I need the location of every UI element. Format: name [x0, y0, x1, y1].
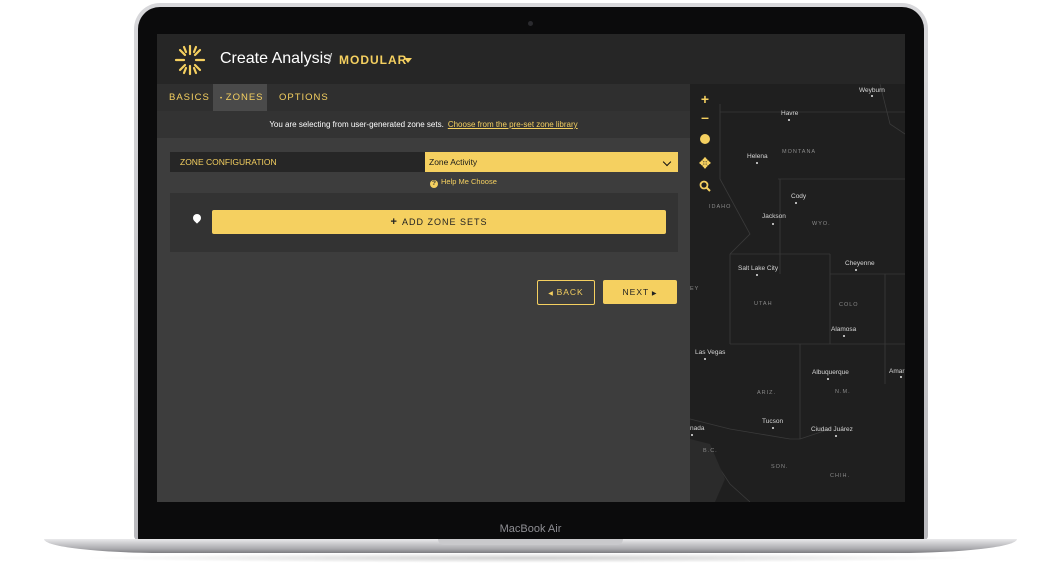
- map-label-state: B.C.: [703, 448, 718, 454]
- back-button[interactable]: ◀ BACK: [537, 280, 595, 305]
- map-label-city: Salt Lake City: [738, 265, 779, 272]
- module-dropdown[interactable]: MODULAR: [339, 53, 407, 67]
- next-label: NEXT: [622, 287, 650, 297]
- map-label-state: WYO.: [812, 221, 831, 227]
- map-label-state: EY: [690, 286, 700, 292]
- page-title: Create Analysis: [220, 50, 332, 67]
- help-circle-icon: ?: [430, 180, 438, 188]
- city-dot: [795, 202, 797, 204]
- caret-right-icon: ▶: [649, 291, 658, 297]
- next-button[interactable]: NEXT ▶: [603, 280, 677, 304]
- add-zone-sets-label: ADD ZONE SETS: [401, 217, 488, 227]
- map-label-state: UTAH: [754, 301, 773, 307]
- map-label-city: Havre: [781, 110, 799, 117]
- back-label: BACK: [556, 287, 584, 297]
- caret-down-icon[interactable]: [404, 58, 412, 63]
- plus-icon: +: [390, 216, 402, 228]
- city-dot: [871, 95, 873, 97]
- city-dot: [704, 358, 706, 360]
- map-label-city: Alamosa: [831, 326, 857, 333]
- device-label: MacBook Air: [499, 523, 562, 535]
- caret-left-icon: ◀: [548, 291, 557, 297]
- map-label-state: SON.: [771, 464, 789, 470]
- map-controls: + – ✥: [696, 90, 714, 196]
- zoom-in-icon[interactable]: +: [696, 90, 714, 108]
- help-me-choose-label: Help Me Choose: [441, 177, 497, 186]
- map-label-city: Helena: [747, 153, 768, 160]
- city-dot: [835, 435, 837, 437]
- map-label-city: Amar: [889, 368, 905, 375]
- camera-icon: [528, 21, 533, 26]
- zone-source-notice: You are selecting from user-generated zo…: [157, 111, 690, 138]
- zone-sets-panel: + ADD ZONE SETS: [170, 193, 678, 252]
- map-label-state: MONTANA: [782, 149, 817, 155]
- city-dot: [772, 427, 774, 429]
- city-dot: [756, 274, 758, 276]
- zone-configuration-row: ZONE CONFIGURATION Zone Activity: [170, 152, 678, 172]
- map-label-city: nada: [690, 425, 705, 432]
- tab-zones[interactable]: • ZONES: [213, 84, 267, 111]
- tab-options[interactable]: OPTIONS: [279, 84, 329, 111]
- preset-library-link[interactable]: Choose from the pre-set zone library: [448, 120, 578, 129]
- app-header: Create Analysis / MODULAR: [157, 34, 905, 84]
- map-label-state: CHIH.: [830, 473, 850, 479]
- map-label-city: Tucson: [762, 418, 784, 425]
- map-panel[interactable]: + – ✥ Weyburn Havre Helena Cody Jackson …: [690, 84, 905, 502]
- notice-text: You are selecting from user-generated zo…: [269, 120, 444, 129]
- breadcrumb-separator: /: [328, 51, 333, 68]
- laptop-shadow: [80, 553, 980, 563]
- map-label-state: IDAHO: [709, 204, 732, 210]
- logo-sun-icon: [174, 44, 206, 76]
- map-label-state: N.M.: [835, 389, 851, 395]
- city-dot: [691, 434, 693, 436]
- city-dot: [827, 378, 829, 380]
- help-me-choose-link[interactable]: ? Help Me Choose: [430, 177, 497, 188]
- zone-configuration-value: Zone Activity: [429, 157, 478, 167]
- map-pin-icon: [191, 212, 203, 224]
- map-label-city: Las Vegas: [695, 349, 726, 356]
- zone-configuration-label: ZONE CONFIGURATION: [170, 152, 425, 172]
- pan-icon[interactable]: ✥: [696, 154, 714, 172]
- city-dot: [788, 119, 790, 121]
- map-boundaries: [690, 84, 905, 502]
- map-label-city: Ciudad Juárez: [811, 426, 853, 433]
- map-label-city: Albuquerque: [812, 369, 849, 376]
- city-dot: [900, 376, 902, 378]
- tab-basics[interactable]: BASICS: [169, 84, 210, 111]
- laptop-notch: [438, 539, 623, 545]
- city-dot: [756, 162, 758, 164]
- map-label-city: Cody: [791, 193, 807, 200]
- app-screen: Create Analysis / MODULAR BASICS • ZONES…: [157, 34, 905, 502]
- city-dot: [772, 223, 774, 225]
- add-zone-sets-button[interactable]: + ADD ZONE SETS: [212, 210, 666, 234]
- tab-zones-label: ZONES: [225, 92, 264, 103]
- map-label-state: COLO: [839, 302, 859, 308]
- map-label-city: Weyburn: [859, 87, 885, 94]
- zoom-out-icon[interactable]: –: [696, 108, 714, 126]
- search-icon[interactable]: [696, 178, 714, 196]
- city-dot: [843, 335, 845, 337]
- chevron-down-icon: [662, 157, 672, 167]
- compass-icon[interactable]: [696, 130, 714, 148]
- zone-configuration-select[interactable]: Zone Activity: [425, 152, 678, 172]
- city-dot: [855, 269, 857, 271]
- map-label-state: ARIZ.: [757, 390, 777, 396]
- map-label-city: Cheyenne: [845, 260, 875, 267]
- map-label-city: Jackson: [762, 213, 786, 220]
- tab-bar: BASICS • ZONES OPTIONS: [157, 84, 690, 111]
